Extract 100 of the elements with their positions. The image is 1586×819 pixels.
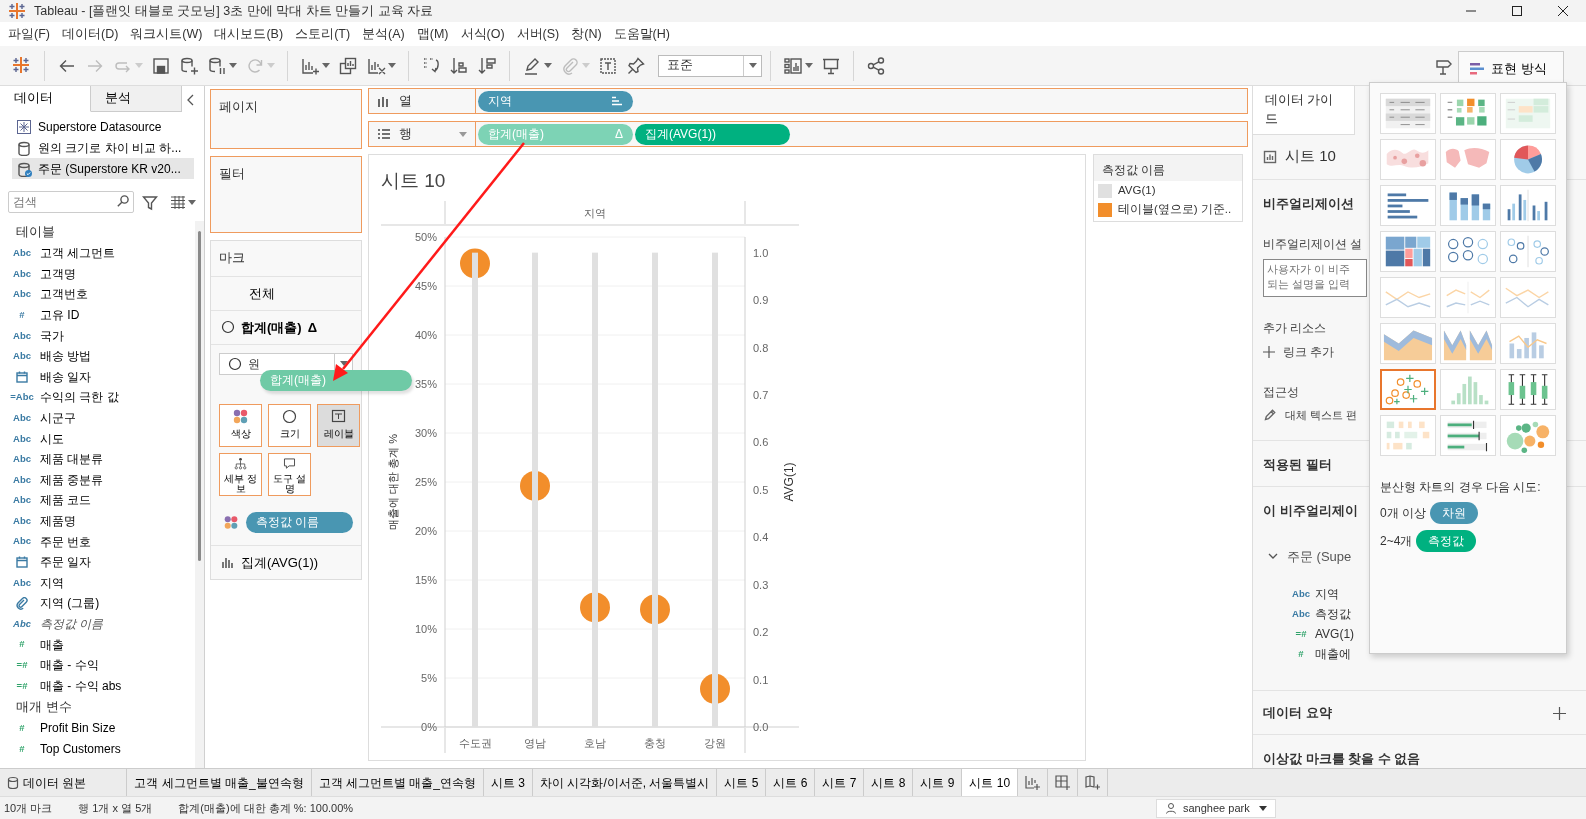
menu-item[interactable]: 분석(A) (358, 24, 413, 44)
axis-tick-label: 30% (414, 427, 437, 439)
paperclip-icon (560, 55, 580, 76)
field-item[interactable]: Abc 국가 (0, 325, 195, 346)
field-item[interactable]: 주문 일자 (0, 551, 195, 573)
field-type-icon: # (1287, 646, 1315, 662)
label-box-icon (330, 407, 347, 425)
menu-item[interactable]: 서버(S) (512, 24, 568, 44)
field-type-icon: # (4, 721, 40, 736)
status-text: 합계(매출)에 대한 총계 %: 100.00% (178, 800, 354, 816)
data-source-toggle[interactable]: 주문 (Supe (1263, 544, 1356, 568)
add-link[interactable]: 링크 추가 (1283, 343, 1335, 361)
hierarchy-icon (232, 456, 249, 470)
axis-tick-label: 1.0 (753, 246, 769, 259)
axis-tick-label: 0.0 (753, 721, 769, 733)
field-name: 매출에 (1315, 646, 1351, 663)
field-item[interactable]: Abc 고객번호 (0, 284, 195, 305)
circle-icon (228, 356, 242, 371)
field-item[interactable]: Abc 제품 대분류 (0, 448, 195, 470)
database-pause-icon (207, 55, 227, 76)
field-item[interactable]: Abc 고객명 (0, 263, 195, 285)
field-type-icon: =# (1287, 626, 1315, 642)
field-type-pill: 차원 (1430, 502, 1478, 524)
field-item[interactable]: =# 매출 - 수익 abs (0, 675, 195, 697)
field-item[interactable]: # 매출 (0, 634, 195, 655)
section-heading: 적용된 필터 (1263, 455, 1332, 474)
cards-icon (783, 55, 803, 76)
axis-tick-label: 45% (414, 280, 437, 292)
field-item[interactable]: Abc 측정값 이름 (0, 613, 195, 635)
menu-item[interactable]: 도움말(H) (609, 24, 678, 44)
field-type-icon: Abc (4, 575, 40, 590)
database-plus-icon (179, 55, 199, 76)
size-button[interactable]: 크기 (268, 403, 311, 447)
circle-icon (221, 320, 235, 335)
axis-tick-label: 0.5 (753, 483, 769, 496)
pencil-icon (1263, 408, 1277, 423)
menu-item[interactable]: 데이터(D) (57, 24, 127, 44)
menu-item[interactable]: 파일(F) (4, 24, 58, 44)
user-menu[interactable]: sanghee park (1156, 798, 1276, 818)
menu-item[interactable]: 스토리(T) (291, 24, 359, 44)
field-item[interactable]: Abc 제품명 (0, 510, 195, 532)
show-me-tab[interactable]: 표현 방식 (1458, 51, 1564, 85)
columns-icon (377, 95, 391, 107)
field-item[interactable]: =Abc 수익의 극한 값 (0, 387, 195, 408)
alt-text-link[interactable]: 대체 텍스트 편 (1285, 407, 1358, 424)
field-item[interactable]: Abc 시군구 (0, 407, 195, 429)
axis-tick-label: 25% (414, 476, 437, 488)
fit-dropdown[interactable]: 표준 (658, 54, 762, 77)
field-type-icon: =# (4, 678, 40, 693)
menu-item[interactable]: 서식(O) (456, 24, 513, 44)
data-source-item[interactable]: 주문 (Superstore KR v20... (12, 158, 194, 179)
chart-type-thumbnail[interactable] (1380, 369, 1436, 410)
menu-item[interactable]: 워크시트(W) (126, 24, 211, 44)
section-heading: 이상값 마크를 찾을 수 없음 (1263, 750, 1421, 768)
caret-icon (188, 199, 196, 205)
field-item[interactable]: # 고유 ID (0, 304, 195, 326)
field-item[interactable]: =# 매출 - 수익 (0, 654, 195, 676)
data-source-item[interactable]: 원의 크기로 차이 비교 하... (12, 137, 194, 158)
field-item[interactable]: Abc 고객 세그먼트 (0, 243, 195, 264)
book-plus-icon (1084, 774, 1102, 791)
field-name: 측정값 (1315, 606, 1351, 623)
pane-tab[interactable]: 분석 (91, 86, 182, 112)
detail-button[interactable]: 세부 정보 (219, 452, 262, 496)
data-source-item[interactable]: Superstore Datasource (12, 116, 194, 137)
description-field[interactable]: 사용자가 이 비주 되는 설명을 입력 (1263, 259, 1367, 297)
field-type-icon: Abc (4, 616, 40, 632)
caret-icon (748, 63, 757, 68)
field-type-icon: Abc (4, 452, 40, 467)
shelf-label: 행 (399, 125, 412, 144)
field-item[interactable]: Abc 제품 코드 (0, 490, 195, 511)
field-item[interactable]: 지역 (그룹) (0, 593, 195, 614)
field-item[interactable]: Abc 시도 (0, 428, 195, 449)
panel-tab[interactable]: 데이터 가이드 (1253, 86, 1355, 135)
search-field[interactable]: 검색 (8, 191, 134, 213)
field-item[interactable]: Abc 배송 방법 (0, 345, 195, 367)
logo-icon (8, 2, 26, 20)
field-item[interactable]: 배송 일자 (0, 366, 195, 388)
field-item[interactable]: # Top Customers (0, 738, 195, 760)
logo-icon (12, 55, 32, 76)
database-icon (16, 139, 32, 156)
field-item[interactable]: Abc 지역 (0, 572, 195, 594)
database-icon (7, 775, 19, 790)
field-type-icon: =# (4, 658, 40, 673)
label-button[interactable]: 레이블 (317, 403, 360, 447)
menu-item[interactable]: 대시보드(B) (210, 24, 292, 44)
tooltip-button[interactable]: 도구 설명 (268, 452, 311, 496)
scrollbar-thumb[interactable] (198, 231, 201, 561)
field-name: 지역 (1315, 586, 1339, 603)
field-item[interactable]: Abc 주문 번호 (0, 531, 195, 552)
field-item[interactable]: Abc 제품 중분류 (0, 469, 195, 491)
field-item[interactable]: # Profit Bin Size (0, 718, 195, 739)
table-calc-icon: Δ (615, 125, 623, 143)
color-button[interactable]: 색상 (219, 403, 262, 447)
sheet-tab[interactable]: 시트 10 (962, 769, 1019, 796)
menu-item[interactable]: 맵(M) (412, 24, 457, 44)
circle-icon (281, 407, 298, 425)
field-type-icon: Abc (4, 246, 40, 261)
menu-item[interactable]: 창(N) (567, 24, 610, 44)
bar-chart-icon (1469, 61, 1485, 76)
search-icon (117, 195, 129, 207)
